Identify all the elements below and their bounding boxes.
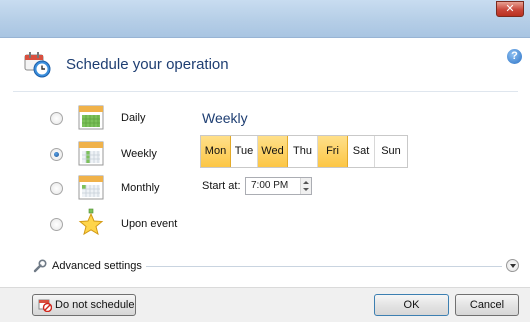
spin-down-icon[interactable] [303,188,309,191]
option-label: Upon event [121,218,178,230]
radio-upon-event[interactable] [50,218,63,231]
wrench-icon [33,259,47,273]
day-wed[interactable]: Wed [258,136,288,167]
start-at-label: Start at: [202,180,241,192]
option-monthly[interactable]: Monthly [50,172,180,204]
calendar-daily-icon [78,105,104,130]
start-time-value: 7:00 PM [251,180,289,191]
do-not-schedule-button[interactable]: Do not schedule [32,294,136,316]
radio-monthly[interactable] [50,182,63,195]
time-spinner[interactable] [300,178,311,194]
ok-button[interactable]: OK [374,294,449,316]
option-label: Weekly [121,148,157,160]
day-tue[interactable]: Tue [231,136,258,167]
close-button[interactable]: ✕ [496,1,524,17]
header-divider [13,91,518,92]
expand-chevron-icon[interactable] [506,259,519,272]
advanced-divider [146,266,502,267]
calendar-clock-icon [24,52,51,78]
day-mon[interactable]: Mon [201,136,231,167]
no-schedule-icon [38,299,52,312]
radio-weekly[interactable] [50,148,63,161]
option-weekly[interactable]: Weekly [50,138,180,170]
weekday-selector: Mon Tue Wed Thu Fri Sat Sun [200,135,408,168]
title-bar: ✕ [0,0,530,38]
option-upon-event[interactable]: Upon event [50,208,180,240]
day-sun[interactable]: Sun [375,136,407,167]
dialog-footer: Do not schedule OK Cancel [0,287,530,322]
spin-up-icon[interactable] [303,181,309,184]
calendar-monthly-icon [78,175,104,200]
option-label: Monthly [121,182,160,194]
day-sat[interactable]: Sat [348,136,375,167]
help-icon[interactable]: ? [507,49,522,64]
radio-daily[interactable] [50,112,63,125]
dialog-header: Schedule your operation ? [0,38,530,90]
option-daily[interactable]: Daily [50,102,180,134]
do-not-schedule-label: Do not schedule [55,299,135,311]
advanced-settings-link[interactable]: Advanced settings [52,260,142,272]
weekly-panel-title: Weekly [202,110,248,126]
page-title: Schedule your operation [66,56,229,73]
cancel-button[interactable]: Cancel [455,294,519,316]
star-event-icon [78,208,104,236]
option-label: Daily [121,112,146,124]
day-thu[interactable]: Thu [288,136,318,167]
start-time-input[interactable]: 7:00 PM [245,177,312,195]
day-fri[interactable]: Fri [318,136,348,167]
calendar-weekly-icon [78,141,104,166]
